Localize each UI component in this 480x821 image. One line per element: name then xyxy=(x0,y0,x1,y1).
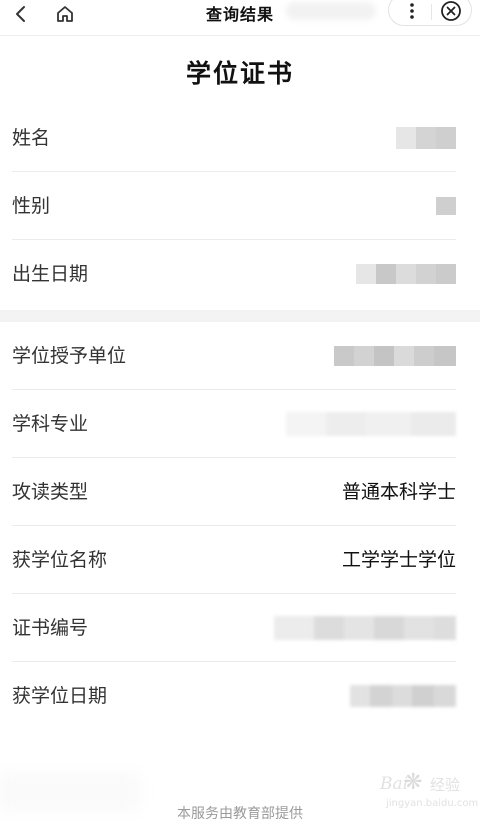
close-button[interactable] xyxy=(435,0,467,25)
row-label: 姓名 xyxy=(12,127,51,149)
row-label: 学科专业 xyxy=(12,413,89,435)
info-row-name: 姓名 xyxy=(0,104,480,172)
info-row-study-type: 攻读类型 普通本科学士 xyxy=(0,458,480,526)
row-value: 工学学士学位 xyxy=(341,549,456,571)
personal-info-section: 姓名 性别 出生日期 xyxy=(0,104,480,310)
redacted-value xyxy=(396,127,456,149)
row-value: 普通本科学士 xyxy=(341,481,456,503)
redacted-value xyxy=(286,412,456,436)
capsule-divider xyxy=(431,4,432,20)
info-row-gender: 性别 xyxy=(0,172,480,240)
redacted-value xyxy=(356,264,456,284)
info-row-degree-name: 获学位名称 工学学士学位 xyxy=(0,526,480,594)
footer-note: 本服务由教育部提供 xyxy=(177,806,303,821)
paw-logo-icon: ❋ xyxy=(404,770,423,795)
row-label: 学位授予单位 xyxy=(12,345,127,367)
certificate-heading: 学位证书 xyxy=(185,59,294,88)
row-label: 证书编号 xyxy=(12,617,89,639)
redacted-value xyxy=(436,197,456,215)
row-label: 攻读类型 xyxy=(12,481,89,503)
redacted-value xyxy=(350,685,456,707)
info-row-major: 学科专业 xyxy=(0,390,480,458)
watermark-brand-2: 经验 xyxy=(430,776,461,794)
more-button[interactable] xyxy=(397,0,427,25)
info-row-certificate-number: 证书编号 xyxy=(0,594,480,662)
row-label: 性别 xyxy=(12,195,51,217)
degree-info-section: 学位授予单位 学科专业 攻读类型 普通本科学士 获学位名称 工学学士学位 证书编… xyxy=(0,322,480,730)
close-circle-icon xyxy=(441,1,461,21)
info-row-degree-date: 获学位日期 xyxy=(0,662,480,730)
row-label: 获学位日期 xyxy=(12,685,108,707)
top-navigation-bar: 查询结果 xyxy=(0,0,480,36)
redacted-value xyxy=(274,616,456,640)
row-label: 出生日期 xyxy=(12,263,89,285)
info-row-birthdate: 出生日期 xyxy=(0,240,480,308)
mini-program-capsule xyxy=(388,0,472,26)
more-vertical-icon xyxy=(410,3,414,19)
info-row-granting-institution: 学位授予单位 xyxy=(0,322,480,390)
row-label: 获学位名称 xyxy=(12,549,108,571)
section-gap xyxy=(0,310,480,322)
redacted-value xyxy=(334,346,456,366)
